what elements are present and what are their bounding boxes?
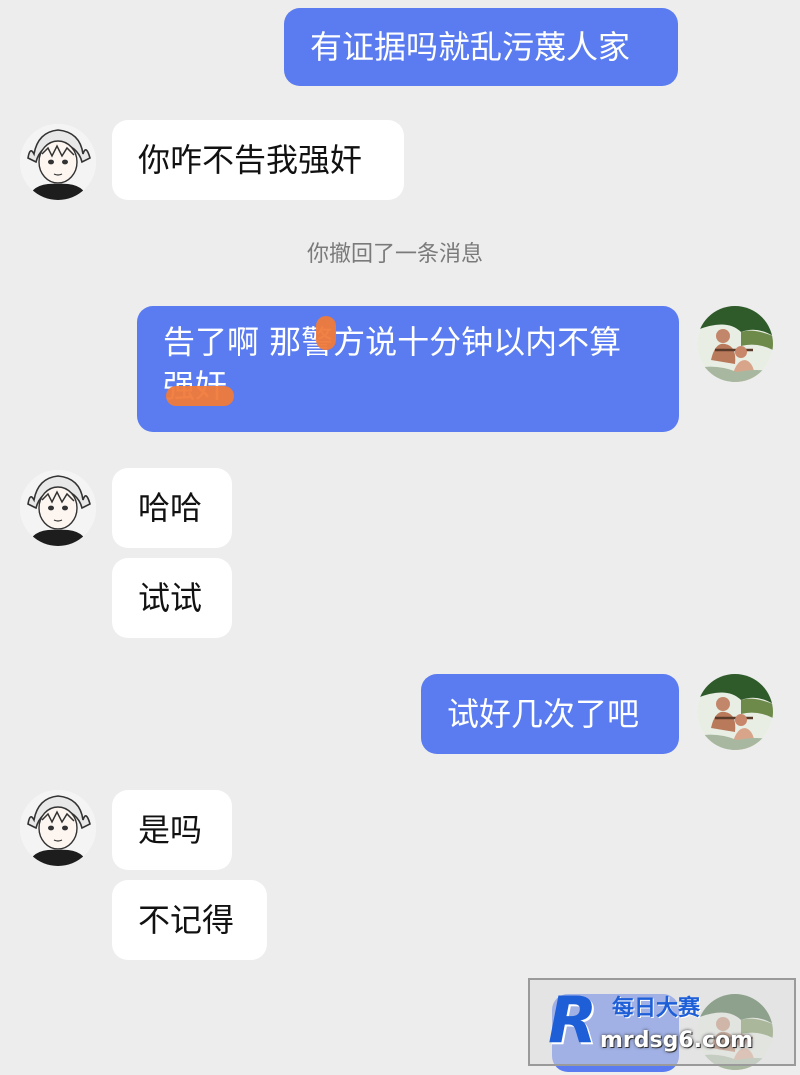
redaction-mark [316,316,336,350]
message-bubble-outgoing[interactable]: 试好几次了吧 [421,674,679,754]
watermark-title: 每日大赛 [612,996,701,1021]
anime-boy-avatar-icon [20,124,96,200]
redaction-mark [166,386,234,406]
message-bubble-incoming[interactable]: 哈哈 [112,468,232,548]
message-bubble-incoming[interactable]: 你咋不告我强奸 [112,120,404,200]
message-bubble-outgoing[interactable]: 有证据吗就乱污蔑人家 [284,8,678,86]
self-avatar[interactable] [697,674,773,750]
contact-avatar[interactable] [20,470,96,546]
watermark-letter: R [548,984,598,1058]
outdoor-photo-avatar-icon [697,674,773,750]
watermark-url: mrdsg6.com [600,1028,754,1053]
chat-window: 有证据吗就乱污蔑人家 你咋不告我强奸 你撤回了一条消息 告了啊 那警方说十分钟以… [0,0,800,1075]
anime-boy-avatar-icon [20,790,96,866]
message-bubble-incoming[interactable]: 不记得 [112,880,267,960]
anime-boy-avatar-icon [20,470,96,546]
outdoor-photo-avatar-icon [697,306,773,382]
contact-avatar[interactable] [20,790,96,866]
recall-notice: 你撤回了一条消息 [306,242,483,267]
self-avatar[interactable] [697,306,773,382]
message-bubble-incoming[interactable]: 试试 [112,558,232,638]
contact-avatar[interactable] [20,124,96,200]
message-bubble-outgoing[interactable]: 告了啊 那警方说十分钟以内不算强奸 [137,306,679,432]
message-bubble-incoming[interactable]: 是吗 [112,790,232,870]
watermark-logo: R 每日大赛 mrdsg6.com [528,978,796,1066]
